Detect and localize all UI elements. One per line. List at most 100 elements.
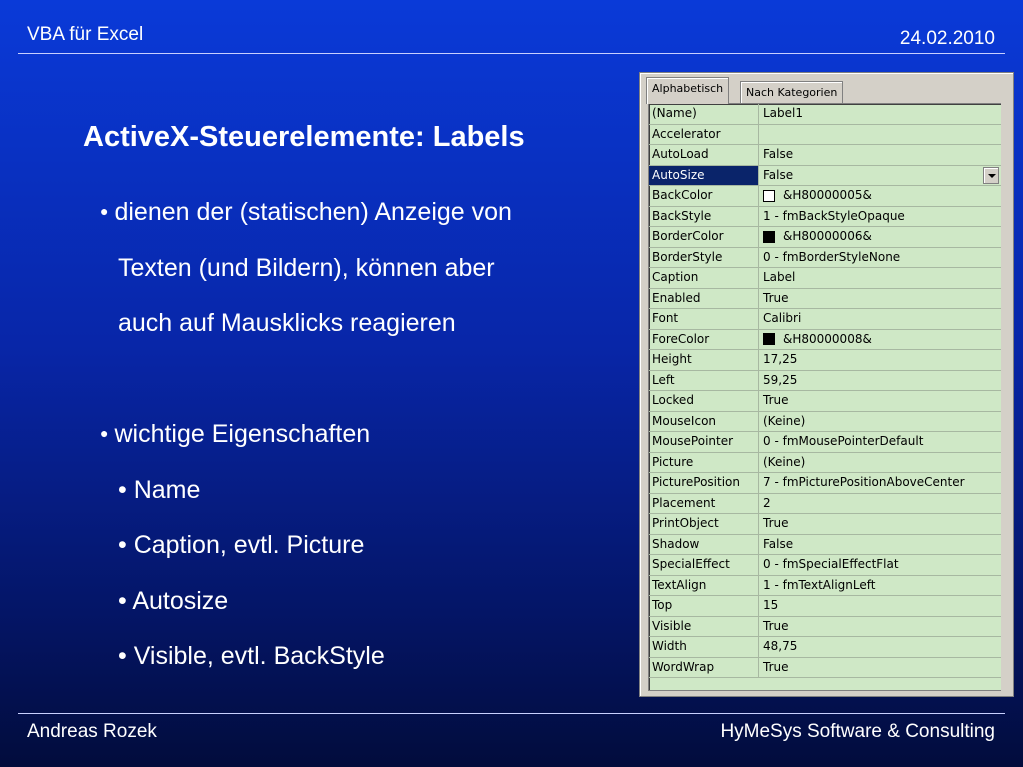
property-value[interactable]: &H80000005& [759, 186, 1001, 206]
property-row[interactable]: Left 59,25 [649, 370, 1001, 391]
property-row[interactable]: Accelerator [649, 124, 1001, 145]
property-value[interactable]: False [759, 166, 1001, 186]
property-row[interactable]: AutoSize False [649, 165, 1001, 186]
property-value[interactable]: (Keine) [759, 412, 1001, 432]
property-value[interactable]: True [759, 514, 1001, 534]
property-row[interactable]: Width 48,75 [649, 637, 1001, 658]
property-row[interactable]: Visible True [649, 616, 1001, 637]
property-value-text: 0 - fmBorderStyleNone [763, 249, 901, 264]
property-row[interactable]: Enabled True [649, 288, 1001, 309]
property-row[interactable]: TextAlign 1 - fmTextAlignLeft [649, 575, 1001, 596]
property-name: Placement [649, 493, 759, 513]
property-value[interactable]: (Keine) [759, 453, 1001, 473]
property-value-text: 1 - fmBackStyleOpaque [763, 208, 905, 223]
property-row[interactable]: BackColor &H80000005& [649, 186, 1001, 207]
property-row[interactable]: Locked True [649, 391, 1001, 412]
property-name: Accelerator [649, 124, 759, 144]
property-name: AutoLoad [649, 145, 759, 165]
property-name: BackStyle [649, 206, 759, 226]
property-row[interactable]: MouseIcon (Keine) [649, 411, 1001, 432]
property-value[interactable]: Label [759, 268, 1001, 288]
bullet-1-line-1: dienen der (statischen) Anzeige von [114, 198, 512, 226]
property-row[interactable]: WordWrap True [649, 657, 1001, 678]
property-value[interactable]: 0 - fmBorderStyleNone [759, 248, 1001, 268]
property-value[interactable]: 7 - fmPicturePositionAboveCenter [759, 473, 1001, 493]
property-value[interactable]: 48,75 [759, 637, 1001, 657]
property-value[interactable]: 15 [759, 596, 1001, 616]
sub-bullet-caption: • Caption, evtl. Picture [118, 531, 365, 559]
property-name: SpecialEffect [649, 555, 759, 575]
property-row[interactable]: Font Calibri [649, 309, 1001, 330]
tab-nach-kategorien[interactable]: Nach Kategorien [740, 81, 844, 104]
property-name: PrintObject [649, 514, 759, 534]
scrollbar[interactable] [1001, 103, 1011, 691]
property-row[interactable]: AutoLoad False [649, 145, 1001, 166]
property-value[interactable]: 0 - fmSpecialEffectFlat [759, 555, 1001, 575]
property-row[interactable]: (Name) Label1 [649, 104, 1001, 125]
property-value-text: (Keine) [763, 454, 806, 469]
property-name: BackColor [649, 186, 759, 206]
property-row[interactable]: MousePointer 0 - fmMousePointerDefault [649, 432, 1001, 453]
property-value-text: 1 - fmTextAlignLeft [763, 577, 876, 592]
property-value[interactable]: 17,25 [759, 350, 1001, 370]
color-swatch-icon [763, 230, 775, 243]
property-row[interactable]: BorderStyle 0 - fmBorderStyleNone [649, 247, 1001, 268]
property-value[interactable]: &H80000008& [759, 330, 1001, 350]
property-name: MouseIcon [649, 411, 759, 431]
property-value[interactable]: False [759, 535, 1001, 555]
property-value[interactable]: 0 - fmMousePointerDefault [759, 432, 1001, 452]
property-row[interactable]: SpecialEffect 0 - fmSpecialEffectFlat [649, 555, 1001, 576]
property-value[interactable]: 1 - fmTextAlignLeft [759, 576, 1001, 596]
property-value[interactable] [759, 125, 1001, 145]
property-name: MousePointer [649, 432, 759, 452]
property-value-text: 0 - fmMousePointerDefault [763, 434, 924, 449]
property-row[interactable]: Height 17,25 [649, 350, 1001, 371]
property-row[interactable]: ForeColor &H80000008& [649, 329, 1001, 350]
property-value[interactable]: Calibri [759, 309, 1001, 329]
property-row[interactable]: Picture (Keine) [649, 452, 1001, 473]
property-value-text: True [763, 618, 789, 633]
property-value-text: True [763, 659, 789, 674]
property-value[interactable]: Label1 [759, 104, 1001, 124]
property-name: Enabled [649, 288, 759, 308]
property-name: BorderStyle [649, 247, 759, 267]
property-row[interactable]: Top 15 [649, 596, 1001, 617]
tab-alphabetisch[interactable]: Alphabetisch [646, 77, 730, 104]
property-value[interactable]: &H80000006& [759, 227, 1001, 247]
property-row[interactable]: Placement 2 [649, 493, 1001, 514]
property-value-text: 48,75 [763, 639, 798, 654]
property-value[interactable]: True [759, 658, 1001, 678]
property-value-text: False [763, 167, 794, 182]
property-row[interactable]: PicturePosition 7 - fmPicturePositionAbov… [649, 473, 1001, 494]
property-name: BorderColor [649, 227, 759, 247]
bullet-dot-icon: ● [100, 203, 109, 220]
header-title: VBA für Excel [27, 24, 144, 45]
property-row[interactable]: PrintObject True [649, 514, 1001, 535]
property-value[interactable]: 1 - fmBackStyleOpaque [759, 207, 1001, 227]
footer-divider [18, 713, 1005, 714]
header-date: 24.02.2010 [899, 28, 995, 49]
property-value[interactable]: 2 [759, 494, 1001, 514]
property-row[interactable]: Shadow False [649, 534, 1001, 555]
property-value[interactable]: True [759, 289, 1001, 309]
property-name: Font [649, 309, 759, 329]
property-value[interactable]: True [759, 391, 1001, 411]
property-row[interactable]: BackStyle 1 - fmBackStyleOpaque [649, 206, 1001, 227]
sub-bullet-autosize: • Autosize [118, 587, 229, 615]
property-name: WordWrap [649, 657, 759, 677]
property-value-text: 15 [763, 598, 779, 613]
property-value[interactable]: 59,25 [759, 371, 1001, 391]
slide-title: ActiveX-Steuerelemente: Labels [83, 121, 525, 153]
bullet-1-line-2: Texten (und Bildern), können aber [118, 254, 495, 282]
property-value[interactable]: True [759, 617, 1001, 637]
property-value-text: (Keine) [763, 413, 806, 428]
property-name: Left [649, 370, 759, 390]
property-value-text: &H80000006& [783, 229, 872, 244]
property-name: Width [649, 637, 759, 657]
property-name: TextAlign [649, 575, 759, 595]
property-value-text: False [763, 147, 794, 162]
dropdown-arrow-icon[interactable] [983, 166, 999, 184]
property-row[interactable]: BorderColor &H80000006& [649, 227, 1001, 248]
property-row[interactable]: Caption Label [649, 268, 1001, 289]
property-value[interactable]: False [759, 145, 1001, 165]
